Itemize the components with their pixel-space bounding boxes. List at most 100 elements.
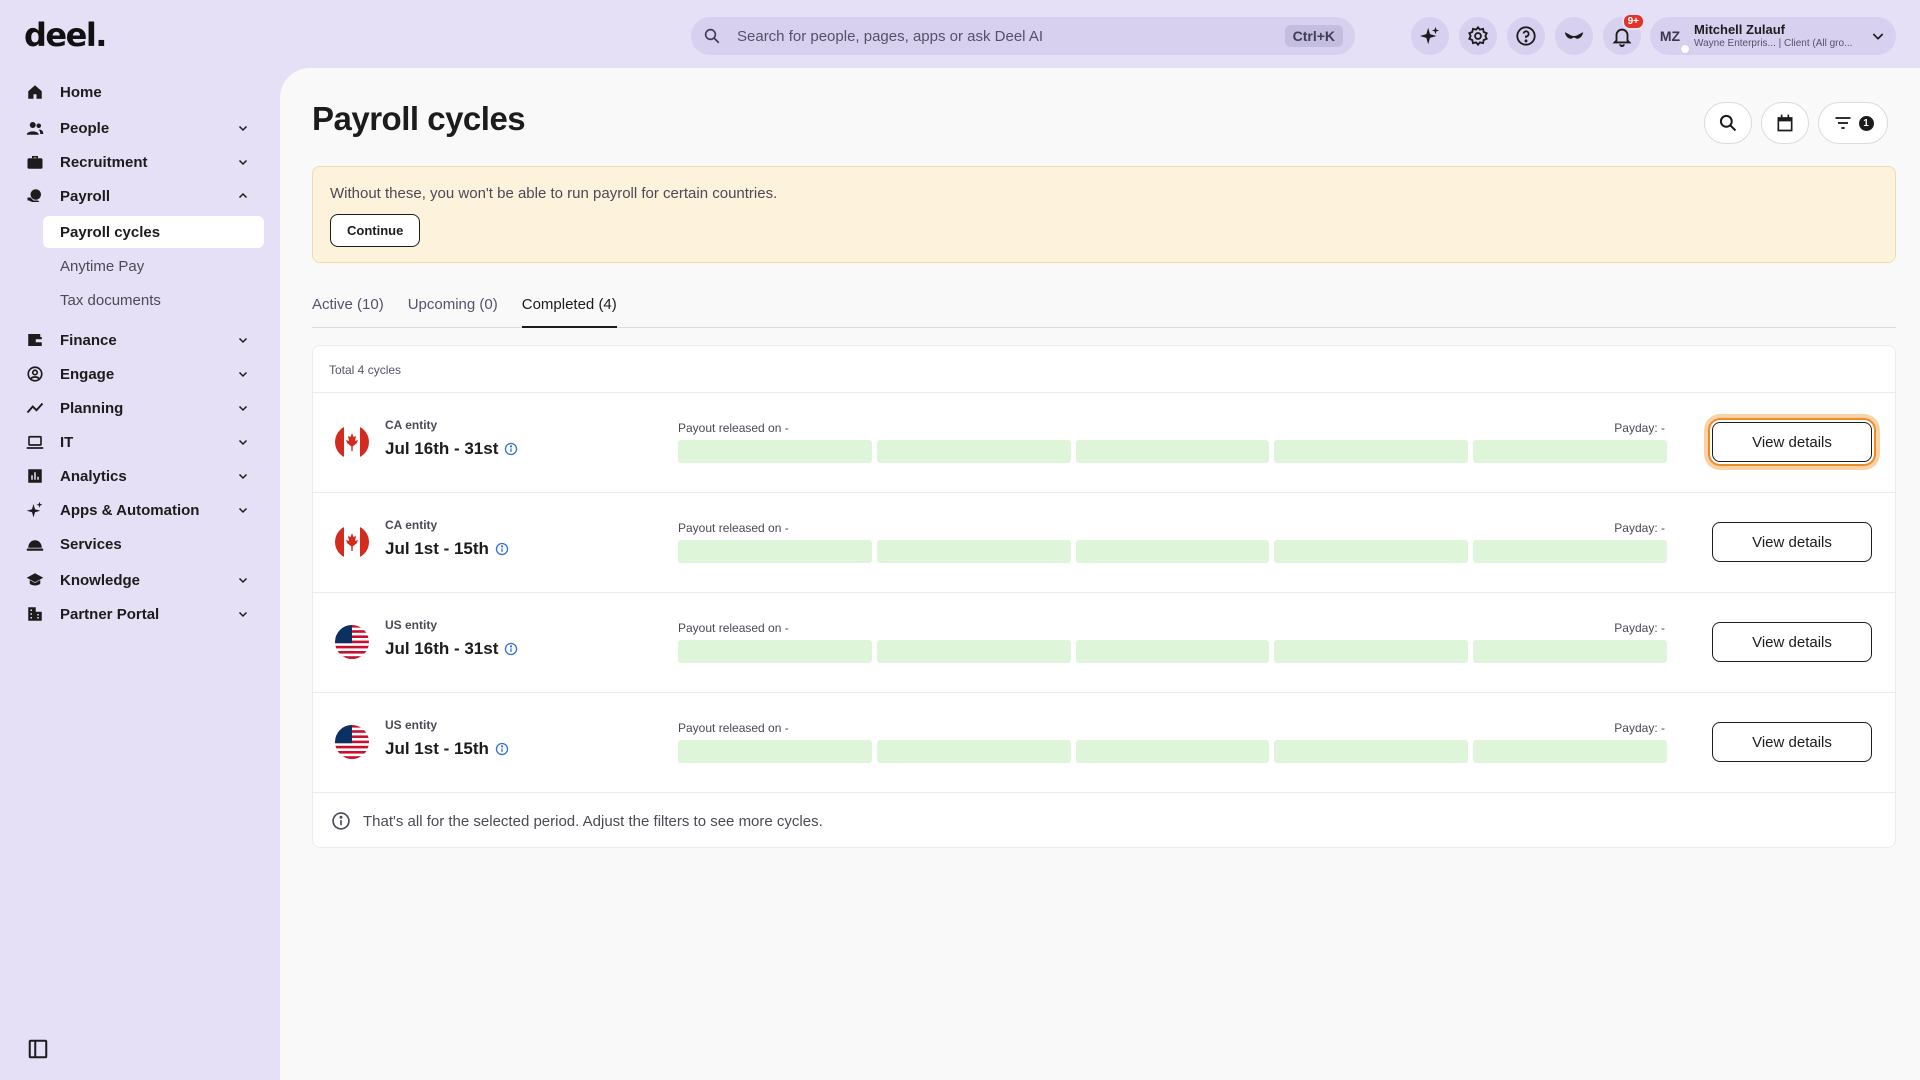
sidebar-item-home[interactable]: Home [25, 76, 265, 108]
list-footer: That's all for the selected period. Adju… [313, 793, 1895, 849]
progress-step [876, 640, 1071, 663]
continue-button[interactable]: Continue [330, 214, 421, 247]
sidebar-item-finance[interactable]: Finance [25, 324, 265, 356]
list-item: US entity Jul 1st - 15th Payout released… [313, 693, 1895, 793]
info-icon[interactable] [504, 642, 518, 656]
progress-step [876, 440, 1071, 463]
progress-step [1473, 440, 1667, 463]
gear-icon [1468, 25, 1488, 47]
banner-text: Without these, you won't be able to run … [330, 185, 778, 202]
entity-name: CA entity [385, 518, 438, 532]
sidebar-item-label: People [60, 119, 110, 137]
sidebar-subitem-anytime-pay[interactable]: Anytime Pay [43, 250, 264, 282]
payday-label: Payday: - [1614, 421, 1665, 435]
payday-label: Payday: - [1614, 521, 1665, 535]
sidebar-item-analytics[interactable]: Analytics [25, 460, 265, 492]
tab-active[interactable]: Active (10) [312, 296, 384, 328]
cycle-period-text: Jul 16th - 31st [385, 639, 499, 658]
canada-flag-icon [335, 425, 369, 459]
sidebar-item-label: Finance [60, 331, 117, 349]
chevron-down-icon [238, 159, 248, 166]
sidebar-item-knowledge[interactable]: Knowledge [25, 564, 265, 596]
status-dot [1680, 44, 1690, 54]
notifications-button[interactable]: 9+ [1603, 13, 1645, 55]
cycle-progress [678, 740, 1667, 763]
deel-logo[interactable]: deel. [24, 16, 107, 54]
view-details-button[interactable]: View details [1712, 422, 1872, 462]
cycle-progress [678, 640, 1667, 663]
search-cycles-button[interactable] [1704, 102, 1752, 144]
sidebar-item-apps-automation[interactable]: Apps & Automation [25, 494, 265, 526]
cycle-tabs: Active (10) Upcoming (0) Completed (4) [312, 296, 1896, 328]
view-details-button[interactable]: View details [1712, 722, 1872, 762]
payday-label: Payday: - [1614, 721, 1665, 735]
info-icon[interactable] [504, 442, 518, 456]
cycle-progress [678, 440, 1667, 463]
sidebar-item-label: Payroll [60, 187, 111, 205]
sidebar-collapse-icon[interactable] [27, 1038, 49, 1060]
view-details-button[interactable]: View details [1712, 622, 1872, 662]
settings-button[interactable] [1459, 17, 1497, 55]
cycle-period: Jul 16th - 31st [385, 439, 518, 459]
sidebar-item-services[interactable]: Services [25, 528, 265, 560]
tab-upcoming[interactable]: Upcoming (0) [408, 296, 498, 328]
view-details-button[interactable]: View details [1712, 522, 1872, 562]
progress-step [678, 640, 872, 663]
sidebar-item-people[interactable]: People [25, 112, 265, 144]
progress-step [1075, 540, 1270, 563]
global-search-bar[interactable]: Search for people, pages, apps or ask De… [691, 17, 1355, 55]
user-menu[interactable]: MZ Mitchell Zulauf Wayne Enterpris... | … [1650, 17, 1896, 55]
progress-step [1274, 440, 1469, 463]
user-name: Mitchell Zulauf [1694, 22, 1785, 37]
avatar: MZ [1656, 22, 1690, 54]
tab-completed[interactable]: Completed (4) [521, 296, 617, 328]
sidebar-item-label: Planning [60, 399, 124, 417]
trend-icon [26, 402, 44, 414]
sidebar-item-partner-portal[interactable]: Partner Portal [25, 598, 265, 630]
payroll-icon [27, 189, 41, 202]
sidebar-item-payroll[interactable]: Payroll [25, 180, 265, 212]
info-icon[interactable] [495, 742, 509, 756]
engage-icon [27, 366, 43, 382]
progress-step [1075, 640, 1270, 663]
progress-step [1274, 740, 1469, 763]
usa-flag-icon [335, 725, 369, 759]
progress-step [876, 540, 1071, 563]
cycle-progress [678, 540, 1667, 563]
sidebar-item-engage[interactable]: Engage [25, 358, 265, 390]
sidebar-subitem-payroll-cycles[interactable]: Payroll cycles [43, 216, 264, 248]
entity-name: CA entity [385, 418, 438, 432]
help-button[interactable] [1507, 17, 1545, 55]
sidebar-item-it[interactable]: IT [25, 426, 265, 458]
sparkle-icon [1419, 26, 1440, 45]
laptop-icon [26, 435, 44, 449]
calendar-button[interactable] [1761, 102, 1809, 144]
ai-assistant-button[interactable] [1411, 17, 1449, 55]
sidebar-subitem-tax-documents[interactable]: Tax documents [43, 284, 264, 316]
search-shortcut: Ctrl+K [1284, 25, 1343, 47]
sidebar-item-label: Home [60, 83, 102, 101]
progress-step [1075, 740, 1270, 763]
progress-step [876, 740, 1071, 763]
incognito-button[interactable] [1555, 17, 1593, 55]
info-icon[interactable] [495, 542, 509, 556]
user-org: Wayne Enterpris... | Client (All gro... [1694, 38, 1853, 49]
sidebar-item-label: Partner Portal [60, 605, 160, 623]
sidebar-item-label: Recruitment [60, 153, 148, 171]
sidebar-item-label: Analytics [60, 467, 127, 485]
filter-button[interactable]: 1 [1818, 102, 1888, 144]
total-cycles: Total 4 cycles [313, 346, 1895, 393]
sparkle-icon [26, 501, 43, 518]
progress-step [1274, 640, 1469, 663]
sidebar-item-recruitment[interactable]: Recruitment [25, 146, 265, 178]
help-icon [1516, 26, 1536, 46]
usa-flag-icon [335, 625, 369, 659]
chart-icon [28, 469, 42, 483]
progress-step [1473, 540, 1667, 563]
sidebar-item-planning[interactable]: Planning [25, 392, 265, 424]
payout-label: Payout released on - [678, 721, 789, 735]
filter-count-badge: 1 [1858, 115, 1874, 131]
avatar-initials: MZ [1659, 28, 1681, 44]
list-item: CA entity Jul 1st - 15th Payout released… [313, 493, 1895, 593]
cycle-period: Jul 1st - 15th [385, 539, 509, 559]
